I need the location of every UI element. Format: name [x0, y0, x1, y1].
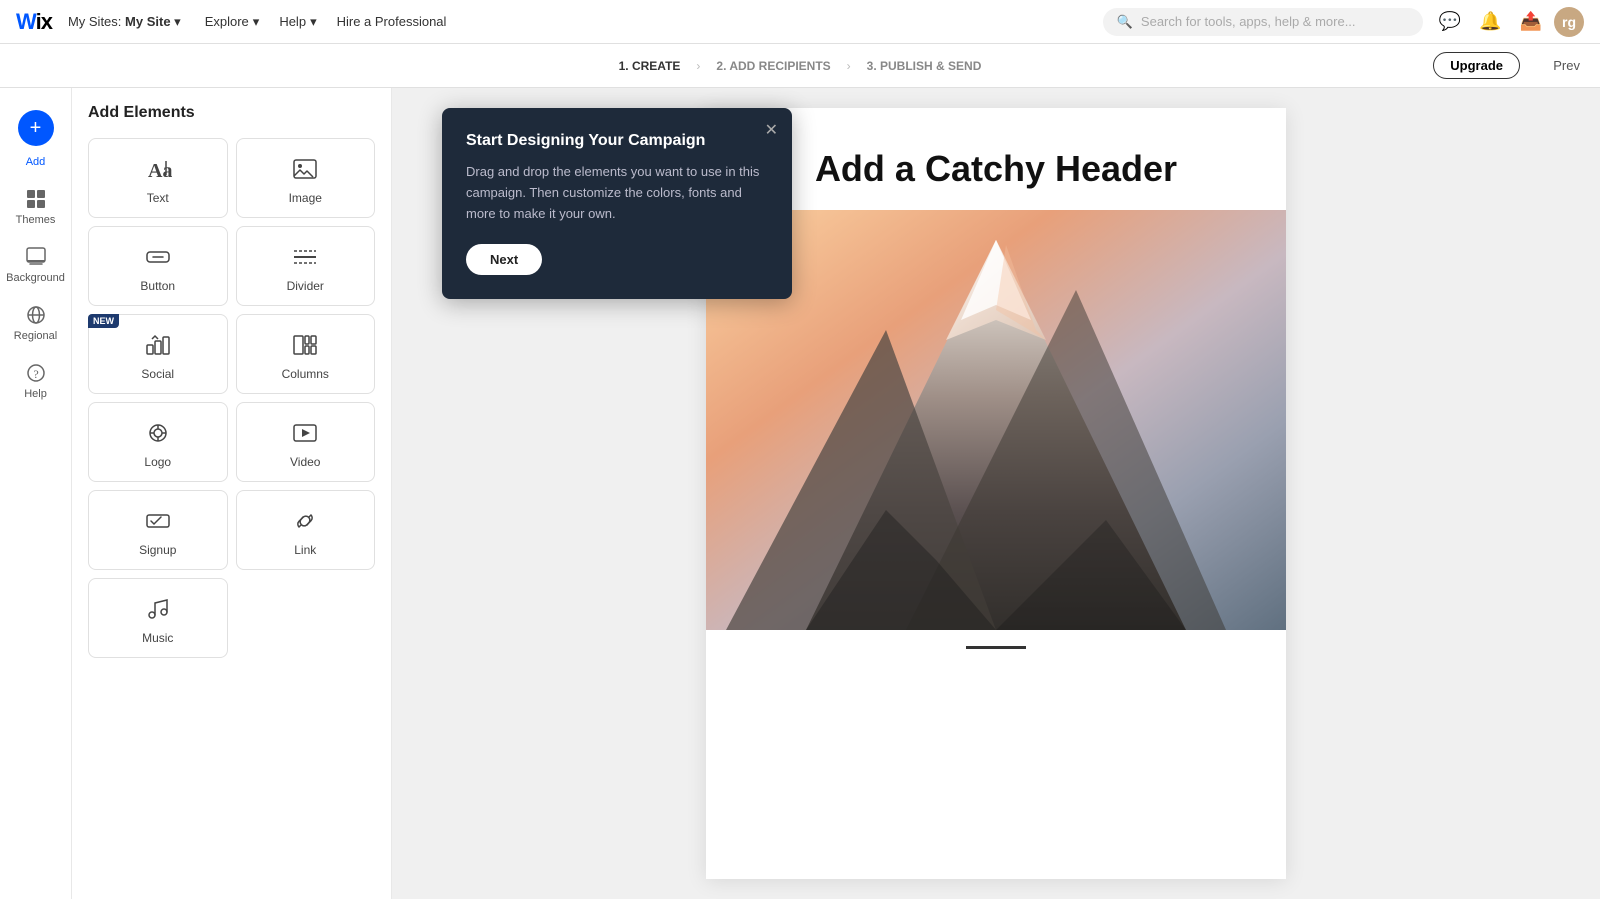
sidebar-regional-label: Regional — [14, 330, 57, 342]
element-video[interactable]: Video — [236, 402, 376, 482]
add-elements-panel: Add Elements Aa Text — [72, 88, 392, 899]
step-2[interactable]: 2. ADD RECIPIENTS — [716, 59, 830, 73]
search-placeholder: Search for tools, apps, help & more... — [1141, 14, 1356, 29]
sidebar-item-help[interactable]: ? Help — [0, 352, 72, 410]
wix-logo: Wix — [16, 9, 52, 35]
text-element-icon: Aa — [144, 155, 172, 183]
nav-icons: 💬 🔔 📤 — [1439, 11, 1542, 32]
step-1-label: 1. CREATE — [619, 59, 681, 73]
elements-grid: Aa Text Image — [88, 138, 375, 658]
help-chevron-icon: ▾ — [310, 14, 317, 30]
image-element-icon — [291, 155, 319, 183]
regional-icon — [25, 304, 47, 326]
social-element-label: Social — [141, 367, 174, 381]
sidebar-item-regional[interactable]: Regional — [0, 294, 72, 352]
element-link[interactable]: Link — [236, 490, 376, 570]
video-element-label: Video — [290, 455, 320, 469]
share-icon[interactable]: 📤 — [1520, 11, 1542, 32]
top-nav: Wix My Sites: My Site ▾ Explore ▾ Help ▾… — [0, 0, 1600, 44]
tooltip-title: Start Designing Your Campaign — [466, 132, 768, 150]
element-divider[interactable]: Divider — [236, 226, 376, 306]
element-music[interactable]: Music — [88, 578, 228, 658]
background-icon — [25, 246, 47, 268]
tooltip-next-button[interactable]: Next — [466, 244, 542, 275]
upgrade-button[interactable]: Upgrade — [1433, 52, 1520, 79]
element-logo[interactable]: Logo — [88, 402, 228, 482]
my-sites-label: My Sites: — [68, 14, 121, 29]
explore-nav[interactable]: Explore ▾ — [205, 14, 260, 30]
explore-chevron-icon: ▾ — [253, 14, 260, 30]
element-columns[interactable]: Columns — [236, 314, 376, 394]
canvas-area: ✕ Start Designing Your Campaign Drag and… — [392, 88, 1600, 899]
avatar[interactable]: rg — [1554, 7, 1584, 37]
search-icon: 🔍 — [1117, 14, 1133, 30]
step-2-label: 2. ADD RECIPIENTS — [716, 59, 830, 73]
logo-element-icon — [144, 419, 172, 447]
sidebar-themes-label: Themes — [16, 214, 56, 226]
columns-element-label: Columns — [282, 367, 329, 381]
my-site-nav[interactable]: My Sites: My Site ▾ — [68, 14, 181, 30]
icon-bar: + Add Themes Backgrou — [0, 88, 72, 899]
step-3[interactable]: 3. PUBLISH & SEND — [867, 59, 982, 73]
link-element-label: Link — [294, 543, 316, 557]
sidebar-item-themes[interactable]: Themes — [0, 178, 72, 236]
columns-element-icon — [291, 331, 319, 359]
prev-button[interactable]: Prev — [1553, 58, 1580, 73]
step-chevron-1: › — [696, 59, 700, 73]
bell-icon[interactable]: 🔔 — [1479, 11, 1501, 32]
element-text[interactable]: Aa Text — [88, 138, 228, 218]
add-icon[interactable]: + — [18, 110, 54, 146]
canvas-inner: Add a Catchy Header — [706, 108, 1286, 879]
element-social[interactable]: NEW Social — [88, 314, 228, 394]
step-bar: 1. CREATE › 2. ADD RECIPIENTS › 3. PUBLI… — [0, 44, 1600, 88]
sidebar-add-label: Add — [26, 156, 46, 168]
tooltip-popup: ✕ Start Designing Your Campaign Drag and… — [442, 108, 792, 299]
link-element-icon — [291, 507, 319, 535]
signup-element-icon — [144, 507, 172, 535]
divider-element-label: Divider — [287, 279, 324, 293]
hire-nav[interactable]: Hire a Professional — [337, 14, 447, 29]
site-name-label: My Site — [125, 14, 171, 29]
svg-text:Aa: Aa — [148, 160, 172, 182]
text-element-label: Text — [147, 191, 169, 205]
element-signup[interactable]: Signup — [88, 490, 228, 570]
tooltip-body: Drag and drop the elements you want to u… — [466, 162, 768, 224]
button-element-label: Button — [140, 279, 175, 293]
element-image[interactable]: Image — [236, 138, 376, 218]
help-icon: ? — [25, 362, 47, 384]
step-3-label: 3. PUBLISH & SEND — [867, 59, 982, 73]
logo-element-label: Logo — [144, 455, 171, 469]
add-panel-title: Add Elements — [88, 104, 375, 122]
music-element-icon — [144, 595, 172, 623]
music-element-label: Music — [142, 631, 173, 645]
site-dropdown-icon: ▾ — [174, 14, 181, 30]
step-1[interactable]: 1. CREATE — [619, 59, 681, 73]
image-element-label: Image — [289, 191, 322, 205]
chat-icon[interactable]: 💬 — [1439, 11, 1461, 32]
canvas-divider — [966, 646, 1026, 649]
social-element-icon — [144, 331, 172, 359]
video-element-icon — [291, 419, 319, 447]
canvas-image — [706, 210, 1286, 630]
themes-icon — [25, 188, 47, 210]
button-element-icon — [144, 243, 172, 271]
tooltip-close-button[interactable]: ✕ — [765, 120, 778, 140]
step-chevron-2: › — [847, 59, 851, 73]
new-badge: NEW — [88, 314, 119, 328]
sidebar-item-background[interactable]: Background — [0, 236, 72, 294]
main-layout: + Add Themes Backgrou — [0, 88, 1600, 899]
help-nav[interactable]: Help ▾ — [279, 14, 316, 30]
search-bar[interactable]: 🔍 Search for tools, apps, help & more... — [1103, 8, 1423, 36]
divider-element-icon — [291, 243, 319, 271]
element-button[interactable]: Button — [88, 226, 228, 306]
sidebar-background-label: Background — [6, 272, 65, 284]
canvas-header: Add a Catchy Header — [706, 108, 1286, 210]
svg-text:?: ? — [33, 367, 38, 381]
sidebar-help-label: Help — [24, 388, 47, 400]
sidebar-item-add[interactable]: + Add — [0, 100, 72, 178]
signup-element-label: Signup — [139, 543, 176, 557]
